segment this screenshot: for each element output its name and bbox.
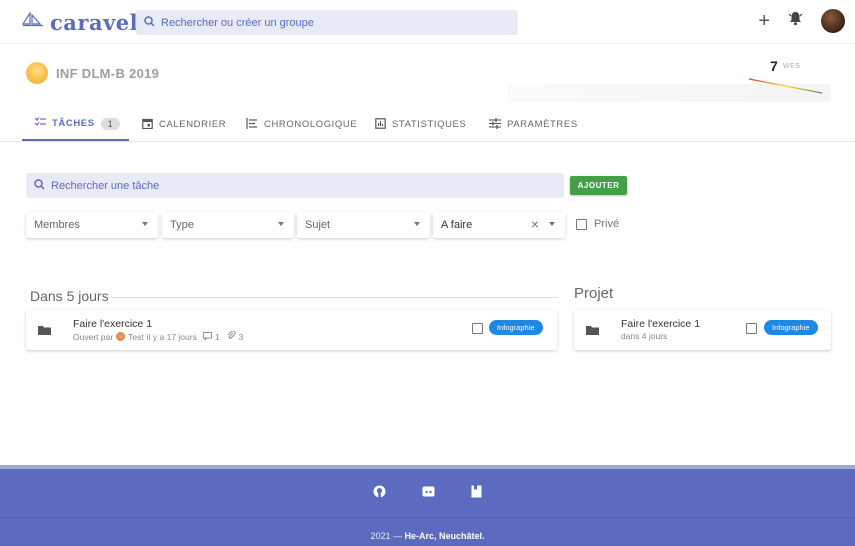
comment-icon <box>202 331 212 342</box>
footer: 2021 — He-Arc, Neuchâtel. <box>0 465 855 546</box>
tab-tasks-badge: 1 <box>100 117 121 130</box>
status-filter-select[interactable]: A faire × <box>433 212 565 238</box>
book-icon[interactable] <box>471 485 482 503</box>
members-filter-label: Membres <box>34 219 80 231</box>
task-done-checkbox[interactable] <box>746 323 757 334</box>
task-card[interactable]: Faire l'exercice 1 dans 4 jours Infograp… <box>574 310 831 350</box>
github-icon[interactable] <box>373 485 386 503</box>
subject-filter-select[interactable]: Sujet <box>297 212 430 238</box>
footer-links <box>0 485 855 503</box>
task-tag[interactable]: Infographie <box>489 320 543 335</box>
timeline-icon <box>246 117 258 132</box>
week-widget: 7 WES <box>508 58 830 102</box>
status-filter-value: A faire <box>441 219 473 231</box>
sailboat-icon <box>21 10 44 33</box>
footer-year: 2021 — <box>370 531 402 541</box>
author-avatar <box>116 332 126 341</box>
tab-statistics[interactable]: STATISTIQUES <box>375 108 466 141</box>
discord-icon[interactable] <box>422 485 435 503</box>
task-list-icon <box>34 117 46 130</box>
chevron-down-icon <box>142 222 148 226</box>
add-group-button[interactable]: + <box>758 11 770 31</box>
calendar-icon <box>142 118 153 132</box>
folder-icon <box>586 322 599 335</box>
settings-sliders-icon <box>489 117 501 132</box>
task-due: dans 4 jours <box>621 331 668 341</box>
folder-icon <box>38 322 51 335</box>
tab-calendar[interactable]: CALENDRIER <box>142 108 226 141</box>
chevron-down-icon <box>278 222 284 226</box>
task-search-placeholder: Rechercher une tâche <box>51 179 160 192</box>
project-section-title: Projet <box>574 285 614 302</box>
tab-bar: TÂCHES 1 CALENDRIER CHRONOLOGIQUE STATIS… <box>0 108 855 142</box>
task-meta: Ouvert par Test il y a 17 jours 1 3 <box>73 330 244 342</box>
task-tag[interactable]: Infographie <box>764 320 818 335</box>
task-search-input[interactable]: Rechercher une tâche <box>26 173 564 198</box>
tab-settings[interactable]: PARAMÈTRES <box>489 108 578 141</box>
group-search-placeholder: Rechercher ou créer un groupe <box>161 16 314 29</box>
task-done-checkbox[interactable] <box>472 323 483 334</box>
tab-timeline-label: CHRONOLOGIQUE <box>264 119 358 130</box>
subject-filter-label: Sujet <box>305 219 331 231</box>
tab-settings-label: PARAMÈTRES <box>507 119 578 130</box>
group-avatar <box>26 62 48 84</box>
week-label: WES <box>783 63 801 70</box>
task-title: Faire l'exercice 1 <box>621 318 701 330</box>
search-icon <box>34 177 45 195</box>
tab-calendar-label: CALENDRIER <box>159 119 227 130</box>
week-trend-line <box>748 78 823 94</box>
private-checkbox[interactable]: Privé <box>576 218 619 230</box>
section-divider <box>112 297 558 298</box>
task-author: Test <box>128 331 144 342</box>
week-number: 7 <box>770 58 778 74</box>
logo[interactable]: caravel <box>21 10 139 35</box>
footer-copyright: 2021 — He-Arc, Neuchâtel. <box>0 531 855 541</box>
chart-icon <box>375 117 386 132</box>
attachment-icon <box>227 330 236 342</box>
footer-org: He-Arc, Neuchâtel. <box>404 531 485 541</box>
tab-tasks[interactable]: TÂCHES 1 <box>22 108 129 141</box>
tab-statistics-label: STATISTIQUES <box>392 119 467 130</box>
group-name: INF DLM-B 2019 <box>56 65 160 81</box>
group-search-input[interactable]: Rechercher ou créer un groupe <box>136 10 518 35</box>
user-avatar[interactable] <box>821 9 845 33</box>
chevron-down-icon <box>414 222 420 226</box>
group-header: INF DLM-B 2019 <box>26 62 159 84</box>
add-task-button[interactable]: AJOUTER <box>570 176 627 195</box>
logo-text: caravel <box>50 10 139 35</box>
private-label: Privé <box>594 218 620 230</box>
task-card[interactable]: Faire l'exercice 1 Ouvert par Test il y … <box>26 310 557 350</box>
comment-count: 1 <box>214 331 220 342</box>
top-bar: caravel Rechercher ou créer un groupe + <box>0 0 855 44</box>
clear-icon[interactable]: × <box>531 216 539 232</box>
members-filter-select[interactable]: Membres <box>26 212 158 238</box>
top-actions: + <box>758 9 845 33</box>
task-title: Faire l'exercice 1 <box>73 318 153 330</box>
attachment-count: 3 <box>238 331 244 342</box>
type-filter-select[interactable]: Type <box>162 212 294 238</box>
checkbox-icon <box>576 218 587 230</box>
upcoming-section-title: Dans 5 jours <box>30 288 109 304</box>
tab-timeline[interactable]: CHRONOLOGIQUE <box>246 108 357 141</box>
notifications-bell-icon[interactable] <box>788 11 803 31</box>
tab-tasks-label: TÂCHES <box>52 118 95 129</box>
search-icon <box>144 14 155 32</box>
footer-divider <box>0 517 855 518</box>
opened-by-label: Ouvert par <box>73 331 114 342</box>
task-age: il y a 17 jours <box>146 331 197 342</box>
chevron-down-icon <box>549 222 555 226</box>
type-filter-label: Type <box>170 219 194 231</box>
